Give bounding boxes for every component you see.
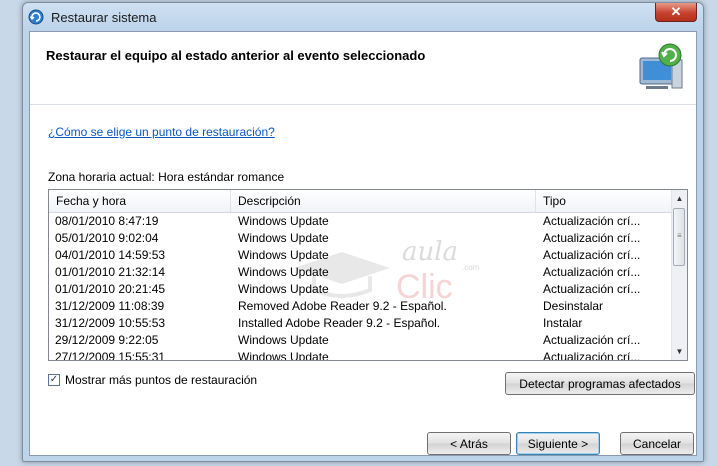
column-header-description[interactable]: Descripción <box>231 190 536 212</box>
timezone-label: Zona horaria actual: Hora estándar roman… <box>48 170 285 184</box>
detect-affected-programs-button[interactable]: Detectar programas afectados <box>505 372 695 395</box>
cell-date: 01/01/2010 20:21:45 <box>55 282 166 296</box>
cell-date: 01/01/2010 21:32:14 <box>55 265 166 279</box>
table-row[interactable]: 31/12/2009 11:08:39 Removed Adobe Reader … <box>49 298 672 315</box>
page-title: Restaurar el equipo al estado anterior a… <box>46 48 426 63</box>
cell-description: Windows Update <box>238 333 329 347</box>
table-row[interactable]: 04/01/2010 14:59:53 Windows Update Actuali… <box>49 247 672 264</box>
column-header-type[interactable]: Tipo <box>536 190 672 212</box>
cell-type: Actualización crí... <box>543 333 641 347</box>
sort-indicator-icon: ▔ <box>133 189 140 198</box>
grip-icon: ≡ <box>677 231 682 240</box>
cell-description: Windows Update <box>238 214 329 228</box>
scroll-down-button[interactable]: ▼ <box>672 343 687 360</box>
header-divider <box>30 104 696 105</box>
cell-description: Installed Adobe Reader 9.2 - Español. <box>238 316 441 330</box>
help-link-restore-point[interactable]: ¿Cómo se elige un punto de restauración? <box>48 125 275 139</box>
table-row[interactable]: 27/12/2009 15:55:31 Windows Update Actuali… <box>49 349 672 361</box>
table-row[interactable]: 05/01/2010 9:02:04 Windows Update Actualiz… <box>49 230 672 247</box>
cell-type: Actualización crí... <box>543 214 641 228</box>
cell-type: Actualización crí... <box>543 248 641 262</box>
cell-type: Actualización crí... <box>543 350 641 361</box>
cell-date: 04/01/2010 14:59:53 <box>55 248 166 262</box>
table-row[interactable]: 01/01/2010 21:32:14 Windows Update Actuali… <box>49 264 672 281</box>
cell-date: 31/12/2009 11:08:39 <box>55 299 165 313</box>
column-header-date[interactable]: ▔ Fecha y hora <box>49 190 231 212</box>
window-title: Restaurar sistema <box>51 10 157 25</box>
show-more-label[interactable]: Mostrar más puntos de restauración <box>65 373 257 387</box>
cell-description: Windows Update <box>238 231 329 245</box>
scroll-up-icon: ▲ <box>675 194 684 203</box>
close-icon: ✕ <box>670 4 682 19</box>
restore-points-table[interactable]: ▔ Fecha y hora Descripción Tipo aula .co… <box>48 189 688 361</box>
checkmark-icon: ✓ <box>49 374 59 385</box>
scrollbar-thumb[interactable]: ≡ <box>673 208 685 266</box>
title-bar[interactable]: Restaurar sistema ✕ <box>23 3 703 31</box>
cell-description: Windows Update <box>238 248 329 262</box>
cell-date: 29/12/2009 9:22:05 <box>55 333 159 347</box>
scroll-down-icon: ▼ <box>675 347 684 356</box>
computer-restore-icon <box>639 43 683 89</box>
back-button[interactable]: < Atrás <box>427 432 511 455</box>
cell-description: Windows Update <box>238 282 329 296</box>
system-restore-app-icon <box>28 9 44 25</box>
cell-description: Windows Update <box>238 265 329 279</box>
cell-type: Instalar <box>543 316 583 330</box>
cell-type: Actualización crí... <box>543 231 641 245</box>
table-row[interactable]: 08/01/2010 8:47:19 Windows Update Actualiz… <box>49 213 672 230</box>
cell-date: 05/01/2010 9:02:04 <box>55 231 159 245</box>
table-row[interactable]: 29/12/2009 9:22:05 Windows Update Actualiz… <box>49 332 672 349</box>
cell-description: Removed Adobe Reader 9.2 - Español. <box>238 299 447 313</box>
cell-type: Desinstalar <box>543 299 604 313</box>
show-more-checkbox[interactable]: ✓ <box>48 374 60 386</box>
table-row[interactable]: 01/01/2010 20:21:45 Windows Update Actuali… <box>49 281 672 298</box>
next-button[interactable]: Siguiente > <box>516 432 600 455</box>
cancel-button[interactable]: Cancelar <box>620 432 694 455</box>
scroll-up-button[interactable]: ▲ <box>672 190 687 207</box>
cell-type: Actualización crí... <box>543 282 641 296</box>
cell-description: Windows Update <box>238 350 329 361</box>
cell-date: 08/01/2010 8:47:19 <box>55 214 159 228</box>
wizard-header: Restaurar el equipo al estado anterior a… <box>30 32 696 104</box>
wizard-content: Restaurar el equipo al estado anterior a… <box>29 31 697 456</box>
table-row[interactable]: 31/12/2009 10:55:53 Installed Adobe Reade… <box>49 315 672 332</box>
table-header: ▔ Fecha y hora Descripción Tipo <box>49 190 672 213</box>
restore-window: Restaurar sistema ✕ Restaurar el equipo … <box>22 2 704 462</box>
close-button[interactable]: ✕ <box>655 3 697 22</box>
cell-date: 27/12/2009 15:55:31 <box>55 350 166 361</box>
cell-type: Actualización crí... <box>543 265 641 279</box>
vertical-scrollbar[interactable]: ▲ ≡ ▼ <box>671 190 687 360</box>
cell-date: 31/12/2009 10:55:53 <box>55 316 166 330</box>
